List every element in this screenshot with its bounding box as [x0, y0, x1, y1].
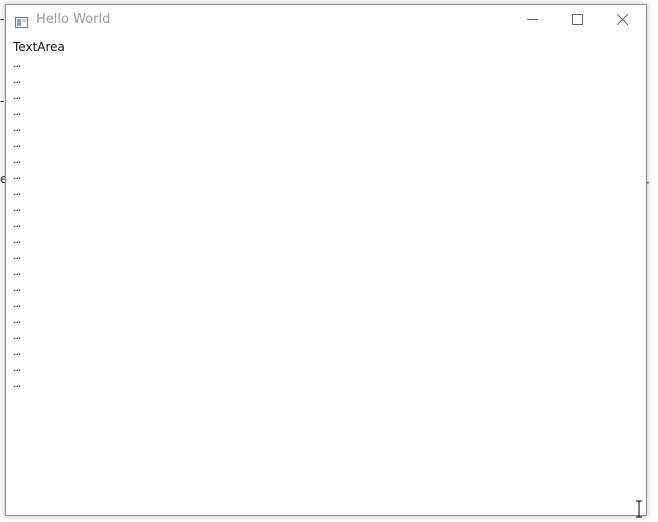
- textarea-line: ...: [13, 345, 22, 358]
- textarea-line: ...: [13, 217, 22, 230]
- textarea-line: ...: [13, 377, 22, 390]
- window-title: Hello World: [36, 12, 111, 27]
- desktop: - - e · Hello World TextArea ... ... ...…: [0, 0, 658, 522]
- textarea-line: ...: [13, 281, 22, 294]
- textarea-line: ...: [13, 265, 22, 278]
- text-cursor-icon: [634, 500, 644, 518]
- textarea-line: ...: [13, 361, 22, 374]
- text-area[interactable]: TextArea ...............................…: [13, 38, 646, 515]
- textarea-line: ...: [13, 297, 22, 310]
- textarea-line: ...: [13, 73, 22, 86]
- maximize-button[interactable]: [555, 5, 600, 34]
- background-fragment: -: [0, 12, 5, 26]
- main-window: Hello World TextArea ... ... ... ... ...…: [5, 4, 647, 516]
- textarea-line: ...: [13, 153, 22, 166]
- textarea-line: ...: [13, 201, 22, 214]
- background-fragment: -: [0, 94, 5, 108]
- maximize-icon: [572, 10, 583, 29]
- minimize-icon: [527, 10, 538, 29]
- textarea-line: ...: [13, 57, 22, 70]
- close-icon: [616, 10, 629, 29]
- textarea-label: TextArea: [13, 40, 65, 54]
- textarea-line: ...: [13, 137, 22, 150]
- app-window-icon: [15, 13, 28, 28]
- textarea-line: ...: [13, 121, 22, 134]
- textarea-line: ...: [13, 233, 22, 246]
- close-button[interactable]: [600, 5, 645, 34]
- textarea-lines: ........................................…: [13, 56, 646, 392]
- textarea-line: ...: [13, 169, 22, 182]
- textarea-line: ...: [13, 185, 22, 198]
- textarea-line: ...: [13, 329, 22, 342]
- textarea-line: ...: [13, 89, 22, 102]
- textarea-line: ...: [13, 105, 22, 118]
- minimize-button[interactable]: [510, 5, 555, 34]
- textarea-line: ...: [13, 313, 22, 326]
- textarea-line: ...: [13, 249, 22, 262]
- title-bar[interactable]: Hello World: [6, 5, 646, 34]
